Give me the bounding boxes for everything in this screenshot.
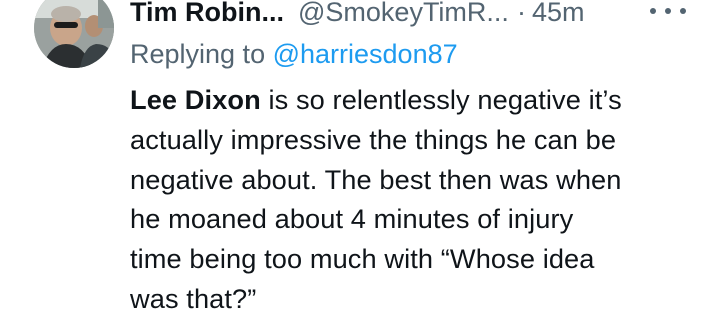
tweet-text-line: actually impressive the things he can be (130, 123, 617, 155)
tweet-timestamp[interactable]: 45m (532, 0, 585, 30)
tweet-text-segment: is so relentlessly negative it’s (260, 84, 622, 115)
more-options-button[interactable] (650, 0, 686, 22)
replying-to-mention-link[interactable]: @harriesdon87 (273, 39, 458, 69)
tweet-text: Lee Dixon is so relentlessly negative it… (130, 80, 700, 319)
tweet-reply[interactable]: Tim Robin... @SmokeyTimR... · 45m Replyi… (0, 0, 720, 331)
author-display-name[interactable]: Tim Robin... (130, 0, 284, 30)
tweet-header: Tim Robin... @SmokeyTimR... · 45m (130, 0, 700, 32)
replying-to-line: Replying to @harriesdon87 (130, 36, 458, 72)
tweet-text-line: he moaned about 4 minutes of injury (130, 203, 574, 235)
bold-name: Lee Dixon (130, 84, 261, 115)
more-dot-icon (650, 8, 656, 14)
more-dot-icon (665, 8, 671, 14)
tweet-text-line: time being too much with “Whose idea (130, 243, 595, 275)
tweet-text-line: was that?” (130, 282, 257, 314)
tweet-text-line: Lee Dixon is so relentlessly negative it… (130, 80, 700, 120)
author-handle[interactable]: @SmokeyTimR... (298, 0, 509, 30)
tweet-text-line: negative about. The best then was when (130, 163, 622, 195)
user-avatar[interactable] (34, 0, 114, 68)
header-separator: · (516, 0, 526, 27)
replying-to-label: Replying to (130, 39, 273, 69)
avatar-photo-icon (34, 0, 114, 68)
more-dot-icon (680, 8, 686, 14)
